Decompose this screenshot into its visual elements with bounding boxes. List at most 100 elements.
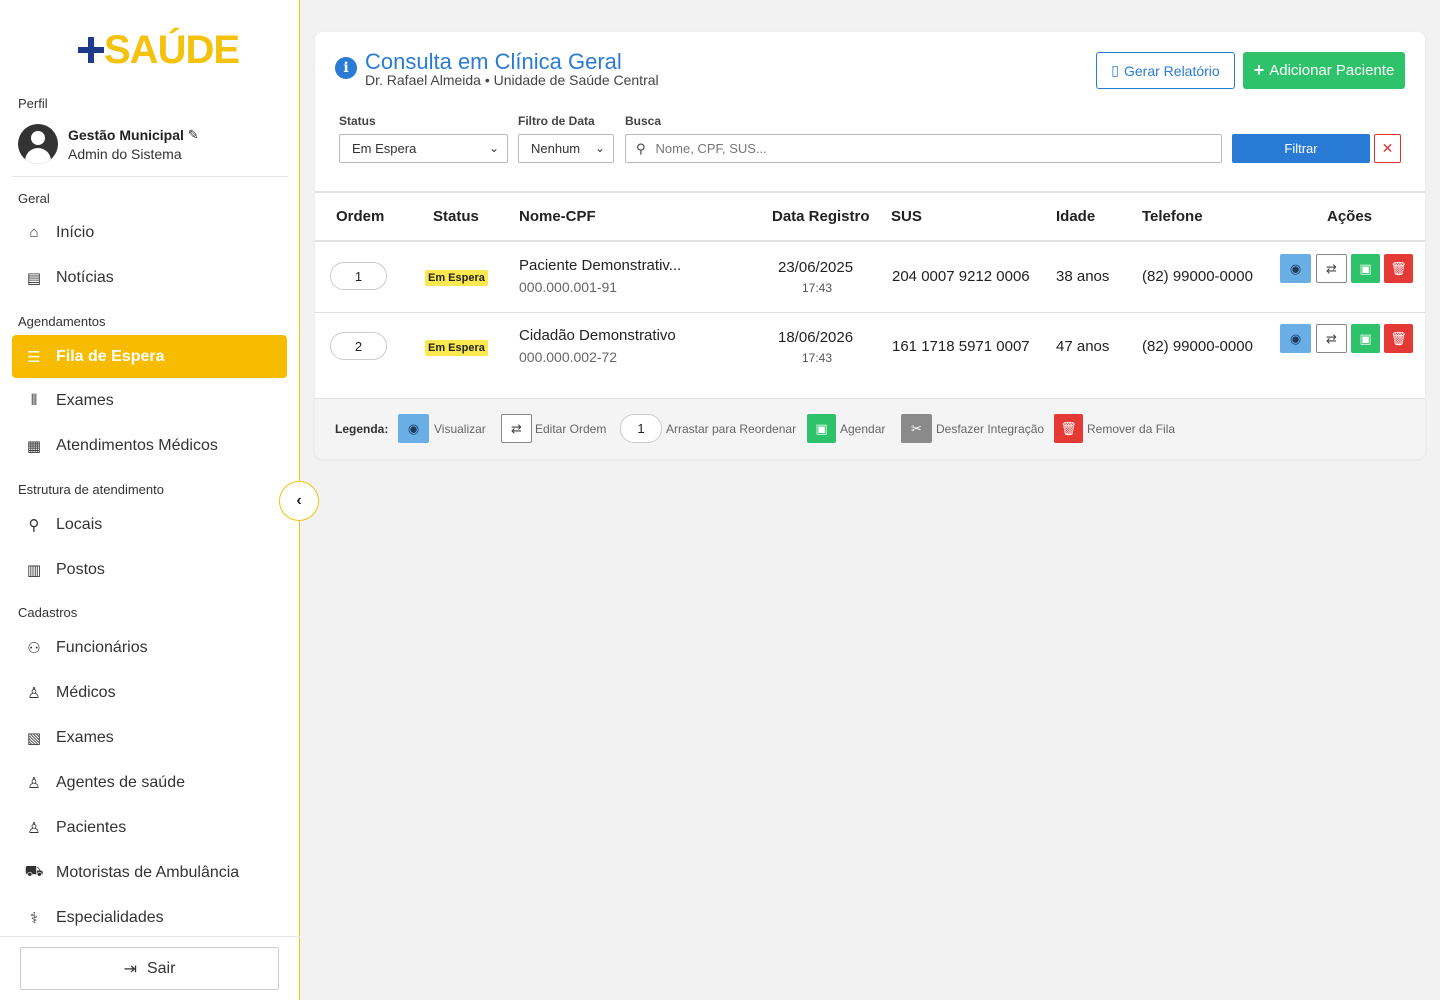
sidebar-item-motoristas[interactable]: ⛟ Motoristas de Ambulância [12,851,287,894]
sidebar-item-label: Pacientes [56,818,127,836]
sidebar-item-agentes-de-saude[interactable]: ♙ Agentes de saúde [12,761,287,804]
legend-exchange-icon: ⇄ [501,414,532,443]
sus-number: 161 1718 5971 0007 [892,338,1030,355]
sidebar-item-exames[interactable]: ⫴ Exames [12,379,287,422]
profile-section-label: Perfil [18,96,48,111]
calendar-plus-icon: ▣ [1359,330,1372,346]
legend-unlink-icon: ✂ [901,414,932,443]
table-row[interactable]: 2 Em Espera Cidadão Demonstrativo 000.00… [315,312,1425,382]
edit-profile-icon[interactable]: ✎ [188,127,199,143]
file-medical-icon: ▧ [26,729,42,747]
sidebar-item-exames-cadastro[interactable]: ▧ Exames [12,716,287,759]
add-patient-label: Adicionar Paciente [1269,62,1395,79]
remove-button[interactable]: 🗑 [1384,324,1413,353]
sidebar-item-pacientes[interactable]: ♙ Pacientes [12,806,287,849]
brand-word: SAÚDE [104,28,240,72]
chevron-down-icon: ⌄ [488,141,499,155]
sidebar-item-funcionarios[interactable]: ⚇ Funcionários [12,626,287,669]
legend-title: Legenda: [335,422,389,436]
legend-trash-icon: 🗑 [1054,414,1083,443]
column-header-status: Status [433,208,479,225]
sidebar-item-inicio[interactable]: ⌂ Início [12,211,287,254]
home-icon: ⌂ [29,224,39,241]
profile-card[interactable]: Gestão Municipal ✎ Admin do Sistema [18,122,288,166]
exchange-icon: ⇄ [1326,330,1337,346]
sidebar-item-medicos[interactable]: ♙ Médicos [12,671,287,714]
newspaper-icon: ▤ [26,269,42,287]
chevron-left-icon: ‹ [296,492,302,509]
section-label-geral: Geral [18,191,50,206]
patient-age: 47 anos [1056,338,1110,355]
order-drag-handle[interactable]: 2 [330,332,387,360]
sidebar-item-atendimentos-medicos[interactable]: ▦ Atendimentos Médicos [12,424,287,467]
patient-name: Cidadão Demonstrativo [519,327,676,344]
legend-calendar-plus-icon: ▣ [807,414,836,443]
table-row[interactable]: 1 Em Espera Paciente Demonstrativ... 000… [315,242,1425,312]
patient-name: Paciente Demonstrativ... [519,257,682,274]
clear-filter-button[interactable]: ✕ [1374,134,1401,163]
search-input[interactable]: ⚲ Nome, CPF, SUS... [625,134,1222,163]
sidebar-item-label: Início [56,223,95,241]
queue-card: i Consulta em Clínica Geral Dr. Rafael A… [315,32,1425,459]
view-button[interactable]: ◉ [1280,324,1311,353]
sidebar-item-noticias[interactable]: ▤ Notícias [12,256,287,299]
remove-button[interactable]: 🗑 [1384,254,1413,283]
sidebar-item-label: Notícias [56,268,114,286]
sidebar-bottom-divider [0,936,300,937]
legend-bar: Legenda: ◉ Visualizar ⇄ Editar Ordem 1 A… [315,398,1425,459]
table-top-border [315,191,1425,193]
schedule-button[interactable]: ▣ [1351,254,1380,283]
patient-phone: (82) 99000-0000 [1142,338,1253,355]
status-select[interactable]: Em Espera ⌄ [339,134,508,163]
sidebar-item-label: Atendimentos Médicos [56,436,218,454]
sidebar-item-especialidades[interactable]: ⚕ Especialidades [12,896,287,939]
eye-icon: ◉ [1289,260,1302,276]
sidebar-item-label: Postos [56,560,105,578]
registration-date: 23/06/2025 [778,259,854,276]
edit-order-button[interactable]: ⇄ [1316,254,1347,283]
hospital-building-icon: ▥ [26,561,42,579]
sidebar-item-label: Exames [56,391,114,409]
trash-icon: 🗑 [1390,330,1407,346]
generate-report-button[interactable]: ▯ Gerar Relatório [1096,52,1235,89]
registration-time: 17:43 [802,351,833,365]
date-filter-select[interactable]: Nenhum ⌄ [518,134,614,163]
sidebar-item-label: Funcionários [56,638,148,656]
sidebar-item-postos[interactable]: ▥ Postos [12,548,287,591]
column-header-idade: Idade [1056,208,1096,225]
patient-age: 38 anos [1056,268,1110,285]
sus-number: 204 0007 9212 0006 [892,268,1030,285]
view-button[interactable]: ◉ [1280,254,1311,283]
date-filter-value: Nenhum [531,141,581,156]
patient-phone: (82) 99000-0000 [1142,268,1253,285]
search-placeholder: Nome, CPF, SUS... [655,141,767,156]
filter-button[interactable]: Filtrar [1232,134,1370,163]
order-drag-handle[interactable]: 1 [330,262,387,290]
page-subtitle: Dr. Rafael Almeida • Unidade de Saúde Ce… [365,72,659,88]
chevron-down-icon: ⌄ [594,141,605,155]
legend-eye-icon: ◉ [398,414,429,443]
registration-time: 17:43 [802,281,833,295]
legend-editar-ordem: Editar Ordem [535,422,607,436]
sidebar-item-label: Especialidades [56,908,164,926]
sidebar-item-locais[interactable]: ⚲ Locais [12,503,287,546]
schedule-button[interactable]: ▣ [1351,324,1380,353]
status-badge: Em Espera [425,270,488,286]
logout-button[interactable]: ⇥ Sair [20,947,279,990]
legend-agendar: Agendar [840,422,886,436]
legend-top-border [315,398,1425,399]
sidebar-item-label: Motoristas de Ambulância [56,863,240,881]
sidebar-item-fila-de-espera[interactable]: ☰ Fila de Espera [12,335,287,378]
edit-order-button[interactable]: ⇄ [1316,324,1347,353]
sidebar-collapse-button[interactable]: ‹ [279,481,319,521]
column-header-nome-cpf: Nome-CPF [519,208,596,225]
sidebar-item-label: Exames [56,728,114,746]
brand-logo[interactable]: SAÚDE [78,28,240,72]
sidebar: SAÚDE Perfil Gestão Municipal ✎ Admin do… [0,0,300,1000]
add-patient-button[interactable]: + Adicionar Paciente [1243,52,1405,89]
date-filter-label: Filtro de Data [518,114,595,128]
map-marker-icon: ⚲ [28,516,40,534]
sign-out-icon: ⇥ [123,960,137,978]
calendar-plus-icon: ▣ [1359,260,1372,276]
stethoscope-icon: ⚕ [29,909,39,927]
